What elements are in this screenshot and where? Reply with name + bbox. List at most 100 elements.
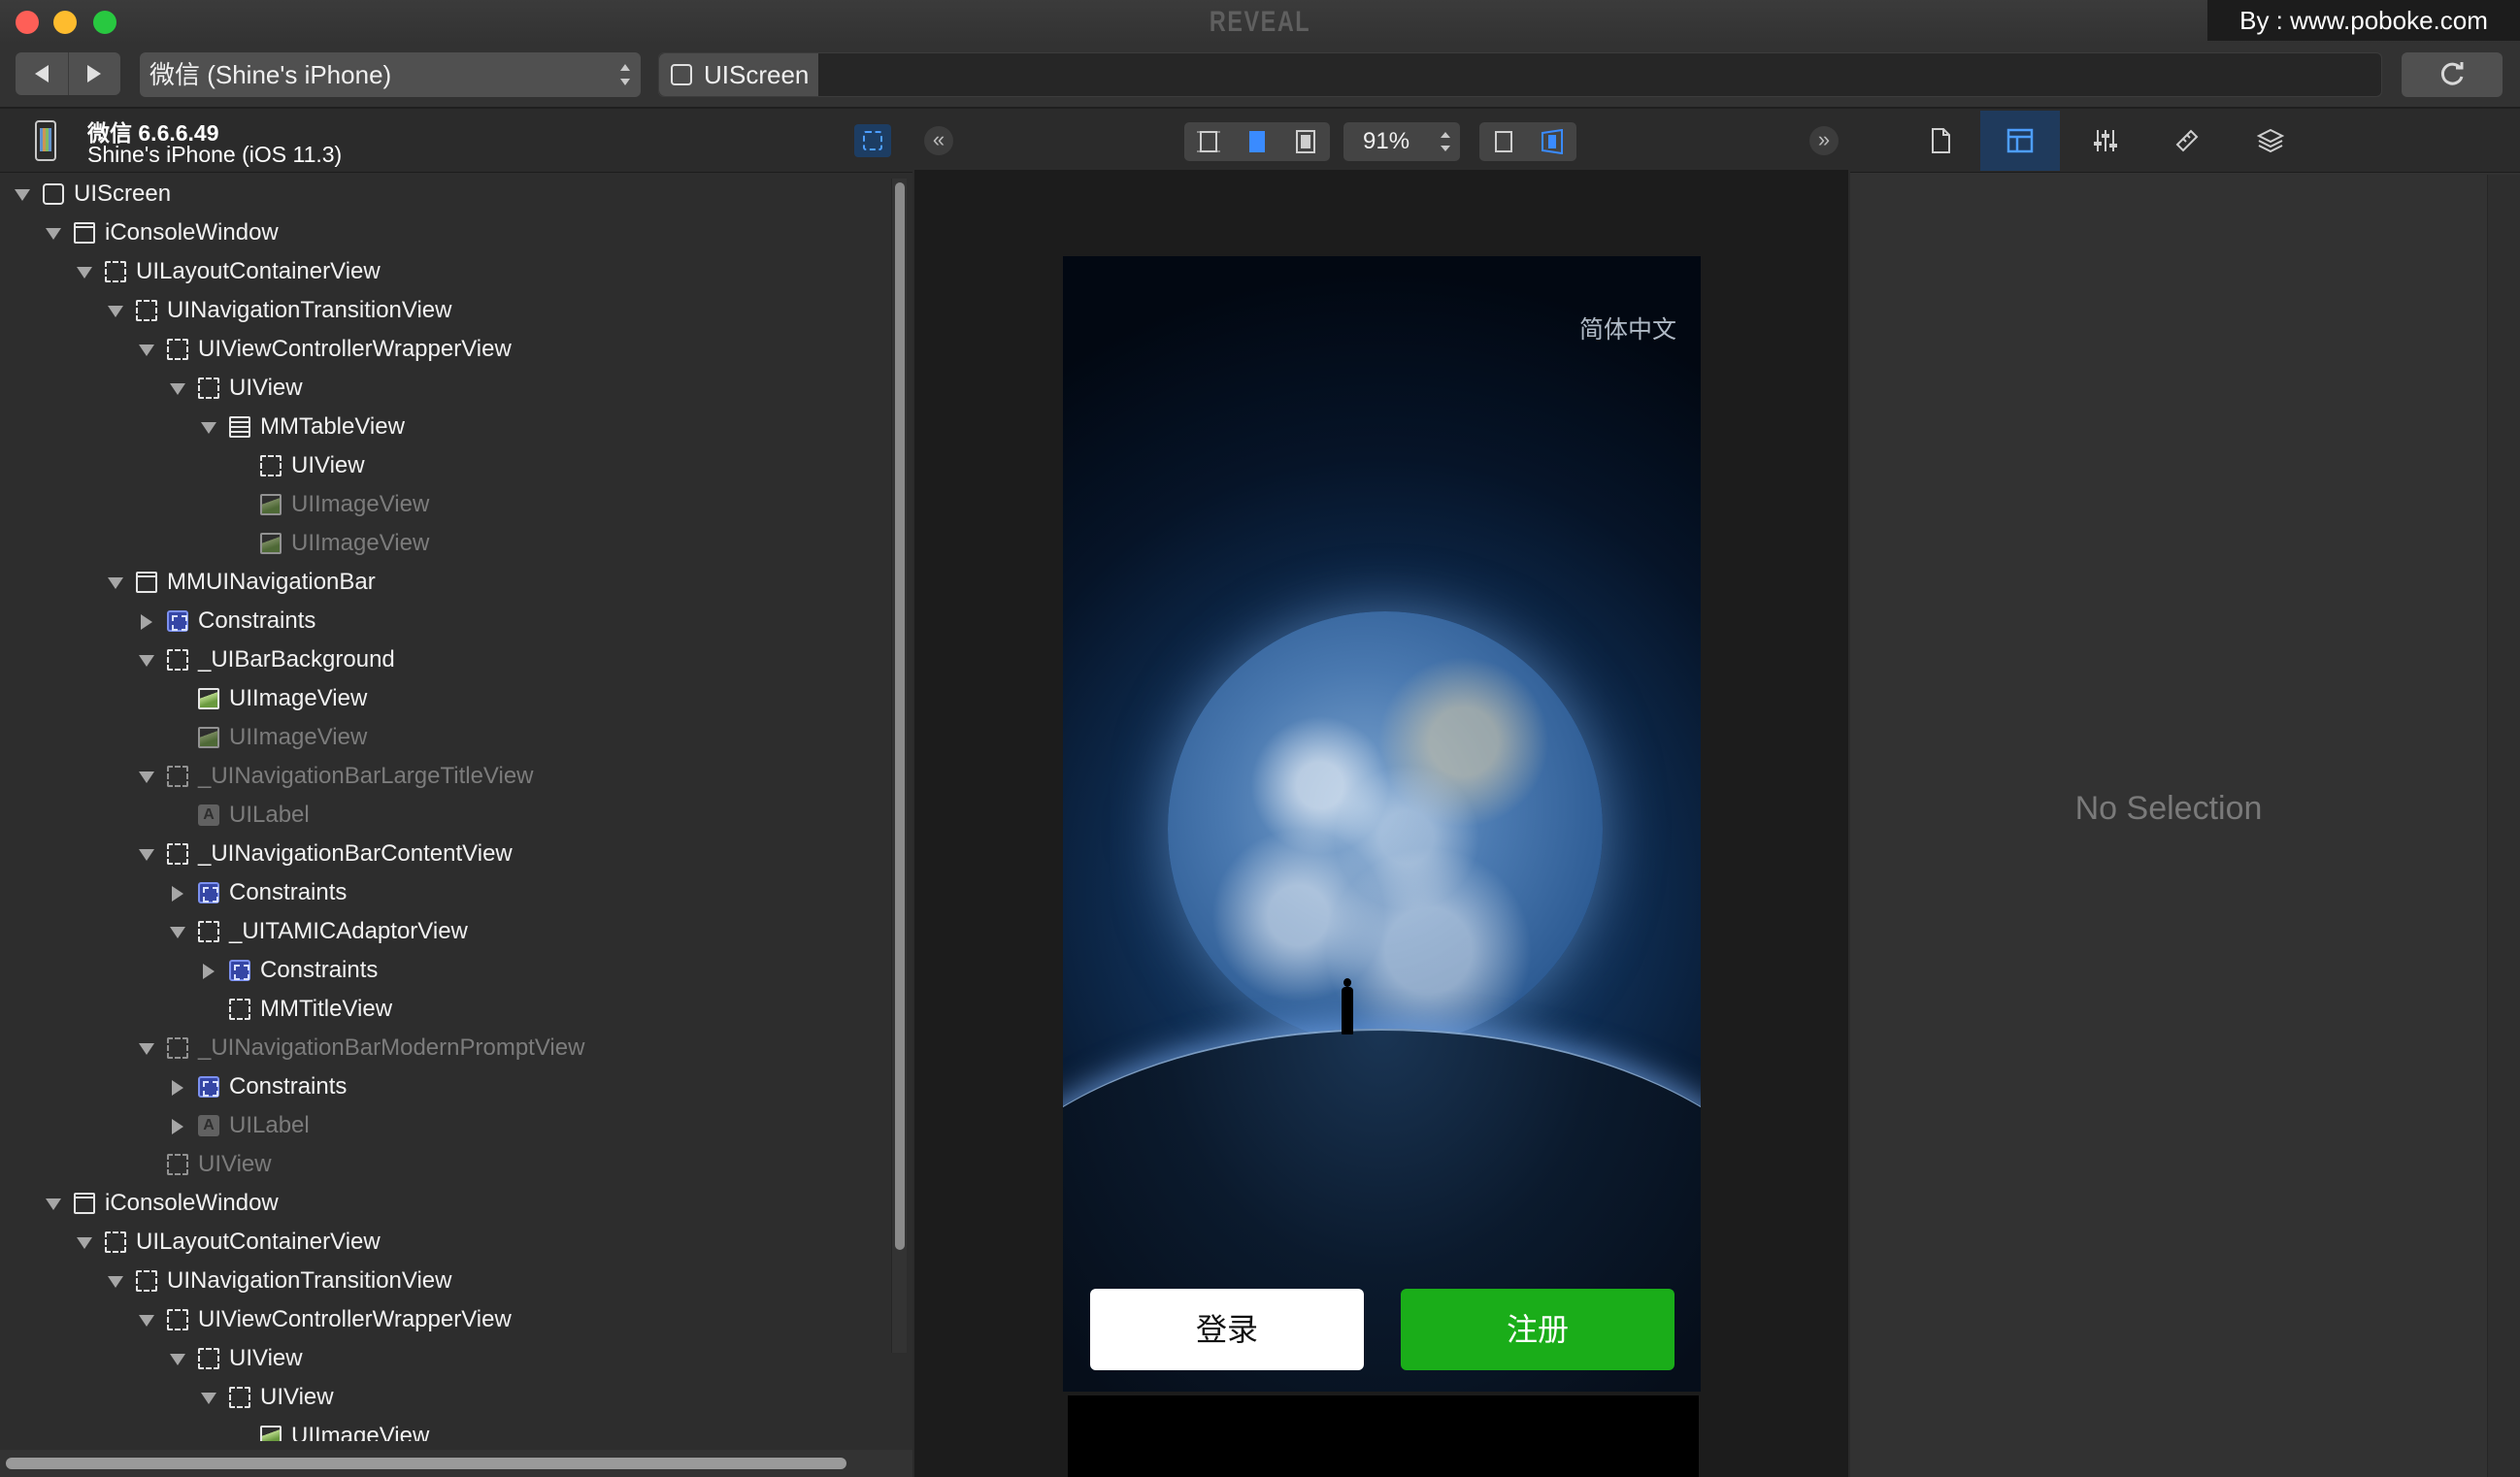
disclosure-open-icon[interactable] [169,1351,185,1366]
tree-row[interactable]: MMTitleView [0,990,883,1029]
tree-row[interactable]: UINavigationTransitionView [0,291,883,330]
forward-button[interactable] [67,52,121,95]
tab-layout[interactable] [1980,111,2060,171]
tree-row[interactable]: UIView [0,1145,883,1184]
disclosure-open-icon[interactable] [138,769,154,784]
tree-row[interactable]: UILayoutContainerView [0,1223,883,1262]
tree-row[interactable]: UIImageView [0,1417,883,1441]
tree-row-label: UIView [260,1384,334,1410]
disclosure-open-icon[interactable] [200,1390,216,1405]
view-icon [105,1231,126,1253]
minimize-window-button[interactable] [53,11,77,34]
tree-row[interactable]: _UINavigationBarModernPromptView [0,1029,883,1067]
tree-row[interactable]: _UITAMICAdaptorView [0,912,883,951]
3d-view-button[interactable] [1528,122,1576,161]
register-button[interactable]: 注册 [1401,1289,1674,1370]
disclosure-open-icon[interactable] [107,303,123,318]
disclosure-open-icon[interactable] [45,1196,61,1211]
zoom-window-button[interactable] [93,11,116,34]
tree-row[interactable]: Constraints [0,951,883,990]
tree-row[interactable]: iConsoleWindow [0,1184,883,1223]
tab-identity[interactable] [1901,111,1980,171]
combined-mode-button[interactable] [1281,122,1330,161]
tab-attributes[interactable] [2066,111,2145,171]
disclosure-closed-icon[interactable] [169,1079,184,1096]
flat-view-button[interactable] [1479,122,1528,161]
disclosure-open-icon[interactable] [138,1040,154,1056]
disclosure-open-icon[interactable] [107,574,123,590]
layers-icon [2257,128,2284,153]
disclosure-closed-icon[interactable] [169,885,184,902]
disclosure-open-icon[interactable] [76,264,92,279]
tree-row[interactable]: MMUINavigationBar [0,563,883,602]
back-button[interactable] [16,52,68,95]
tab-layers[interactable] [2231,111,2310,171]
collapse-left-button[interactable]: « [924,126,953,155]
window-icon [74,1193,95,1214]
tree-row[interactable]: A UILabel [0,1106,883,1145]
zoom-selector[interactable]: 91% [1343,122,1460,161]
vertical-scrollbar[interactable] [891,179,907,1353]
tree-row[interactable]: MMTableView [0,408,883,446]
disclosure-open-icon[interactable] [138,846,154,862]
tree-row[interactable]: UIView [0,1378,883,1417]
tree-row[interactable]: UINavigationTransitionView [0,1262,883,1300]
disclosure-open-icon[interactable] [138,652,154,668]
tree-row[interactable]: UIImageView [0,679,883,718]
disclosure-open-icon[interactable] [138,1312,154,1328]
close-window-button[interactable] [16,11,39,34]
scrollbar-thumb[interactable] [895,182,905,1250]
collapse-right-button[interactable]: » [1809,126,1839,155]
login-button[interactable]: 登录 [1090,1289,1364,1370]
tree-row-label: MMTitleView [260,996,393,1022]
disclosure-closed-icon[interactable] [200,963,216,979]
disclosure-open-icon[interactable] [107,1273,123,1289]
tree-row[interactable]: UIViewControllerWrapperView [0,330,883,369]
disclosure-open-icon[interactable] [169,924,185,939]
tree-row[interactable]: UIView [0,446,883,485]
breadcrumb-item-uiscreen[interactable]: UIScreen [659,53,819,96]
language-link[interactable]: 简体中文 [1579,311,1676,345]
tree-row[interactable]: UIViewControllerWrapperView [0,1300,883,1339]
tree-row[interactable]: A UILabel [0,796,883,835]
tree-row[interactable]: _UINavigationBarLargeTitleView [0,757,883,796]
horizontal-scrollbar[interactable] [0,1450,912,1477]
tree-row[interactable]: _UIBarBackground [0,640,883,679]
tab-measurements[interactable] [2147,111,2227,171]
focus-selection-button[interactable] [854,124,891,157]
tree-row[interactable]: Constraints [0,602,883,640]
wireframe-mode-button[interactable] [1184,122,1233,161]
refresh-button[interactable] [2402,52,2503,97]
disclosure-open-icon[interactable] [138,342,154,357]
device-selector[interactable]: 微信 (Shine's iPhone) [140,52,641,97]
disclosure-closed-icon[interactable] [138,613,153,630]
disclosure-open-icon[interactable] [200,419,216,435]
phone-screen-preview[interactable]: 简体中文 登录 注册 [1063,256,1701,1392]
inspector-scrollbar[interactable] [2487,175,2520,1477]
tree-row[interactable]: Constraints [0,1067,883,1106]
tree-row[interactable]: iConsoleWindow [0,213,883,252]
preview-canvas[interactable]: 简体中文 登录 注册 [914,173,1848,1477]
breadcrumb: UIScreen [658,52,2382,97]
disclosure-open-icon[interactable] [45,225,61,241]
solid-mode-button[interactable] [1233,122,1281,161]
constraints-icon [167,610,188,632]
scrollbar-thumb[interactable] [6,1458,846,1469]
tree-row[interactable]: UIImageView [0,718,883,757]
tree-row[interactable]: UIScreen [0,175,883,213]
disclosure-open-icon[interactable] [169,380,185,396]
tree-row[interactable]: Constraints [0,873,883,912]
tree-row[interactable]: UIView [0,369,883,408]
tree-row[interactable]: UIView [0,1339,883,1378]
tree-row[interactable]: UILayoutContainerView [0,252,883,291]
disclosure-open-icon[interactable] [76,1234,92,1250]
tree-row-label: UIViewControllerWrapperView [198,336,512,362]
tree-row[interactable]: UIImageView [0,485,883,524]
disclosure-closed-icon[interactable] [169,1118,184,1134]
title-bar: REVEAL By : www.poboke.com [0,0,2520,45]
tree-row[interactable]: UIImageView [0,524,883,563]
main-toolbar: 微信 (Shine's iPhone) UIScreen [0,45,2520,109]
disclosure-open-icon[interactable] [14,186,30,202]
tree-row[interactable]: _UINavigationBarContentView [0,835,883,873]
